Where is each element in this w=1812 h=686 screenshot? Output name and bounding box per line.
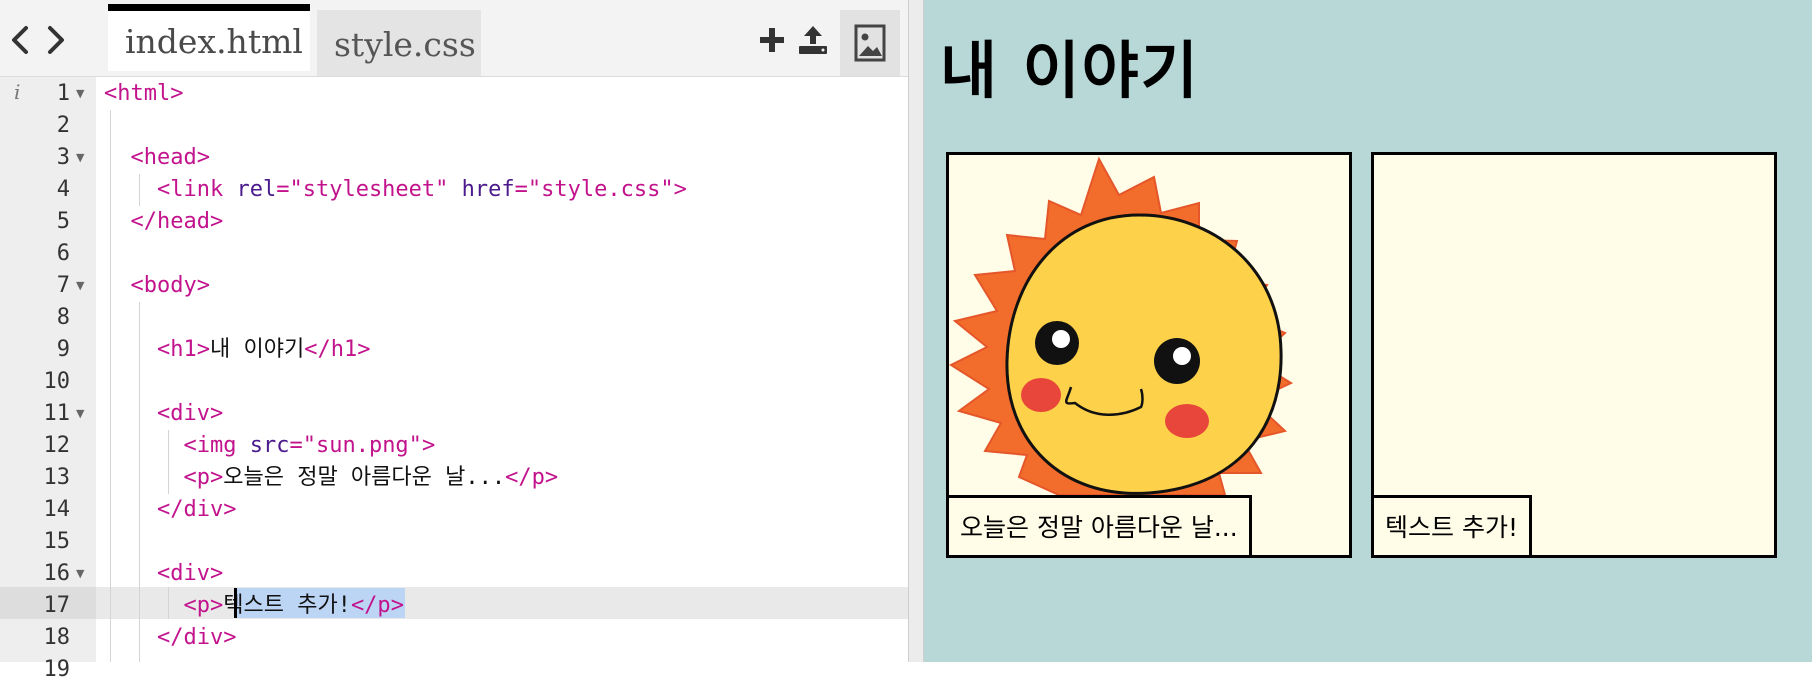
text-cursor <box>234 588 237 618</box>
line-number: 13 <box>43 465 71 490</box>
preview-pane: 내 이야기 오늘은 정말 아름다운 날... 텍스트 추가! <box>924 0 1812 662</box>
code-line[interactable]: 9 <h1>내 이야기</h1> <box>0 334 908 366</box>
code-line[interactable]: 18 </div> <box>0 622 908 654</box>
code-line[interactable]: 4 <link rel="stylesheet" href="style.css… <box>0 174 908 206</box>
story-panel: 텍스트 추가! <box>1371 152 1777 558</box>
line-number: 11 <box>43 401 71 426</box>
code-line[interactable]: 13 <p>오늘은 정말 아름다운 날...</p> <box>0 462 908 494</box>
sun-illustration <box>949 156 1294 495</box>
line-number: 3 <box>56 145 70 170</box>
line-number: 5 <box>56 209 70 234</box>
tab-style-css[interactable]: style.css <box>317 10 481 76</box>
image-icon <box>854 24 886 62</box>
code-text: </div> <box>156 625 237 650</box>
plus-icon[interactable] <box>755 22 789 58</box>
code-line[interactable]: 2 <box>0 110 908 142</box>
line-number: 4 <box>56 177 70 202</box>
code-line[interactable]: 8 <box>0 302 908 334</box>
code-line[interactable]: 14 </div> <box>0 494 908 526</box>
editor-tab-bar: index.html style.css <box>0 0 908 77</box>
code-line[interactable]: 10 <box>0 366 908 398</box>
line-number: 15 <box>43 529 71 554</box>
code-line[interactable]: 6 <box>0 238 908 270</box>
code-text: <html> <box>104 81 184 106</box>
code-line[interactable]: 15 <box>0 526 908 558</box>
code-text: <h1>내 이야기</h1> <box>156 337 371 362</box>
code-line[interactable]: 19 <box>0 654 908 686</box>
line-number: 7 <box>56 273 70 298</box>
fold-arrow-icon[interactable]: ▼ <box>76 88 84 100</box>
fold-arrow-icon[interactable]: ▼ <box>76 152 84 164</box>
line-number: 10 <box>43 369 71 394</box>
code-line[interactable]: 1 ▼ <html> <box>0 78 908 110</box>
code-text: <p>오늘은 정말 아름다운 날...</p> <box>183 465 559 490</box>
code-line[interactable]: 16 ▼ <div> <box>0 558 908 590</box>
code-text: <body> <box>130 273 210 298</box>
line-number: 19 <box>43 657 71 682</box>
code-line[interactable]: 7 ▼ <body> <box>0 270 908 302</box>
line-number: 9 <box>56 337 70 362</box>
panel-caption: 텍스트 추가! <box>1374 495 1532 555</box>
code-line[interactable]: 11 ▼ <div> <box>0 398 908 430</box>
line-number: 8 <box>56 305 70 330</box>
panel-caption: 오늘은 정말 아름다운 날... <box>949 495 1252 555</box>
line-number: 14 <box>43 497 71 522</box>
tab-index-html[interactable]: index.html <box>108 4 310 71</box>
code-text: <img src="sun.png"> <box>183 433 436 458</box>
story-panel: 오늘은 정말 아름다운 날... <box>946 152 1352 558</box>
code-text: </head> <box>130 209 224 234</box>
fold-arrow-icon[interactable]: ▼ <box>76 408 84 420</box>
code-line[interactable]: 5 </head> <box>0 206 908 238</box>
line-number: 2 <box>56 113 70 138</box>
image-button[interactable] <box>840 10 900 76</box>
fold-arrow-icon[interactable]: ▼ <box>76 568 84 580</box>
code-line[interactable]: 3 ▼ <head> <box>0 142 908 174</box>
line-number: 12 <box>43 433 71 458</box>
code-text: <head> <box>130 145 210 170</box>
line-number: 18 <box>43 625 71 650</box>
code-line[interactable]: 12 <img src="sun.png"> <box>0 430 908 462</box>
code-text: <div> <box>156 561 224 586</box>
pane-divider[interactable] <box>908 0 924 662</box>
line-number: 6 <box>56 241 70 266</box>
page-title: 내 이야기 <box>940 34 1200 107</box>
code-text: <p>텍스트 추가!</p> <box>183 593 404 618</box>
code-text: <div> <box>156 401 224 426</box>
line-number: 17 <box>43 593 71 618</box>
code-text: <link rel="stylesheet" href="style.css"> <box>156 177 687 202</box>
chevron-right-icon[interactable] <box>42 22 70 58</box>
chevron-left-icon[interactable] <box>6 22 34 58</box>
code-line[interactable]: 17 <p>텍스트 추가!</p> <box>0 590 908 622</box>
fold-arrow-icon[interactable]: ▼ <box>76 280 84 292</box>
code-editor: index.html style.css i 1 ▼ <html> 2 3 ▼ <head… <box>0 0 908 682</box>
upload-icon[interactable] <box>796 22 830 58</box>
line-number: 16 <box>43 561 71 586</box>
line-number: 1 <box>56 81 70 106</box>
code-text: </div> <box>156 497 237 522</box>
